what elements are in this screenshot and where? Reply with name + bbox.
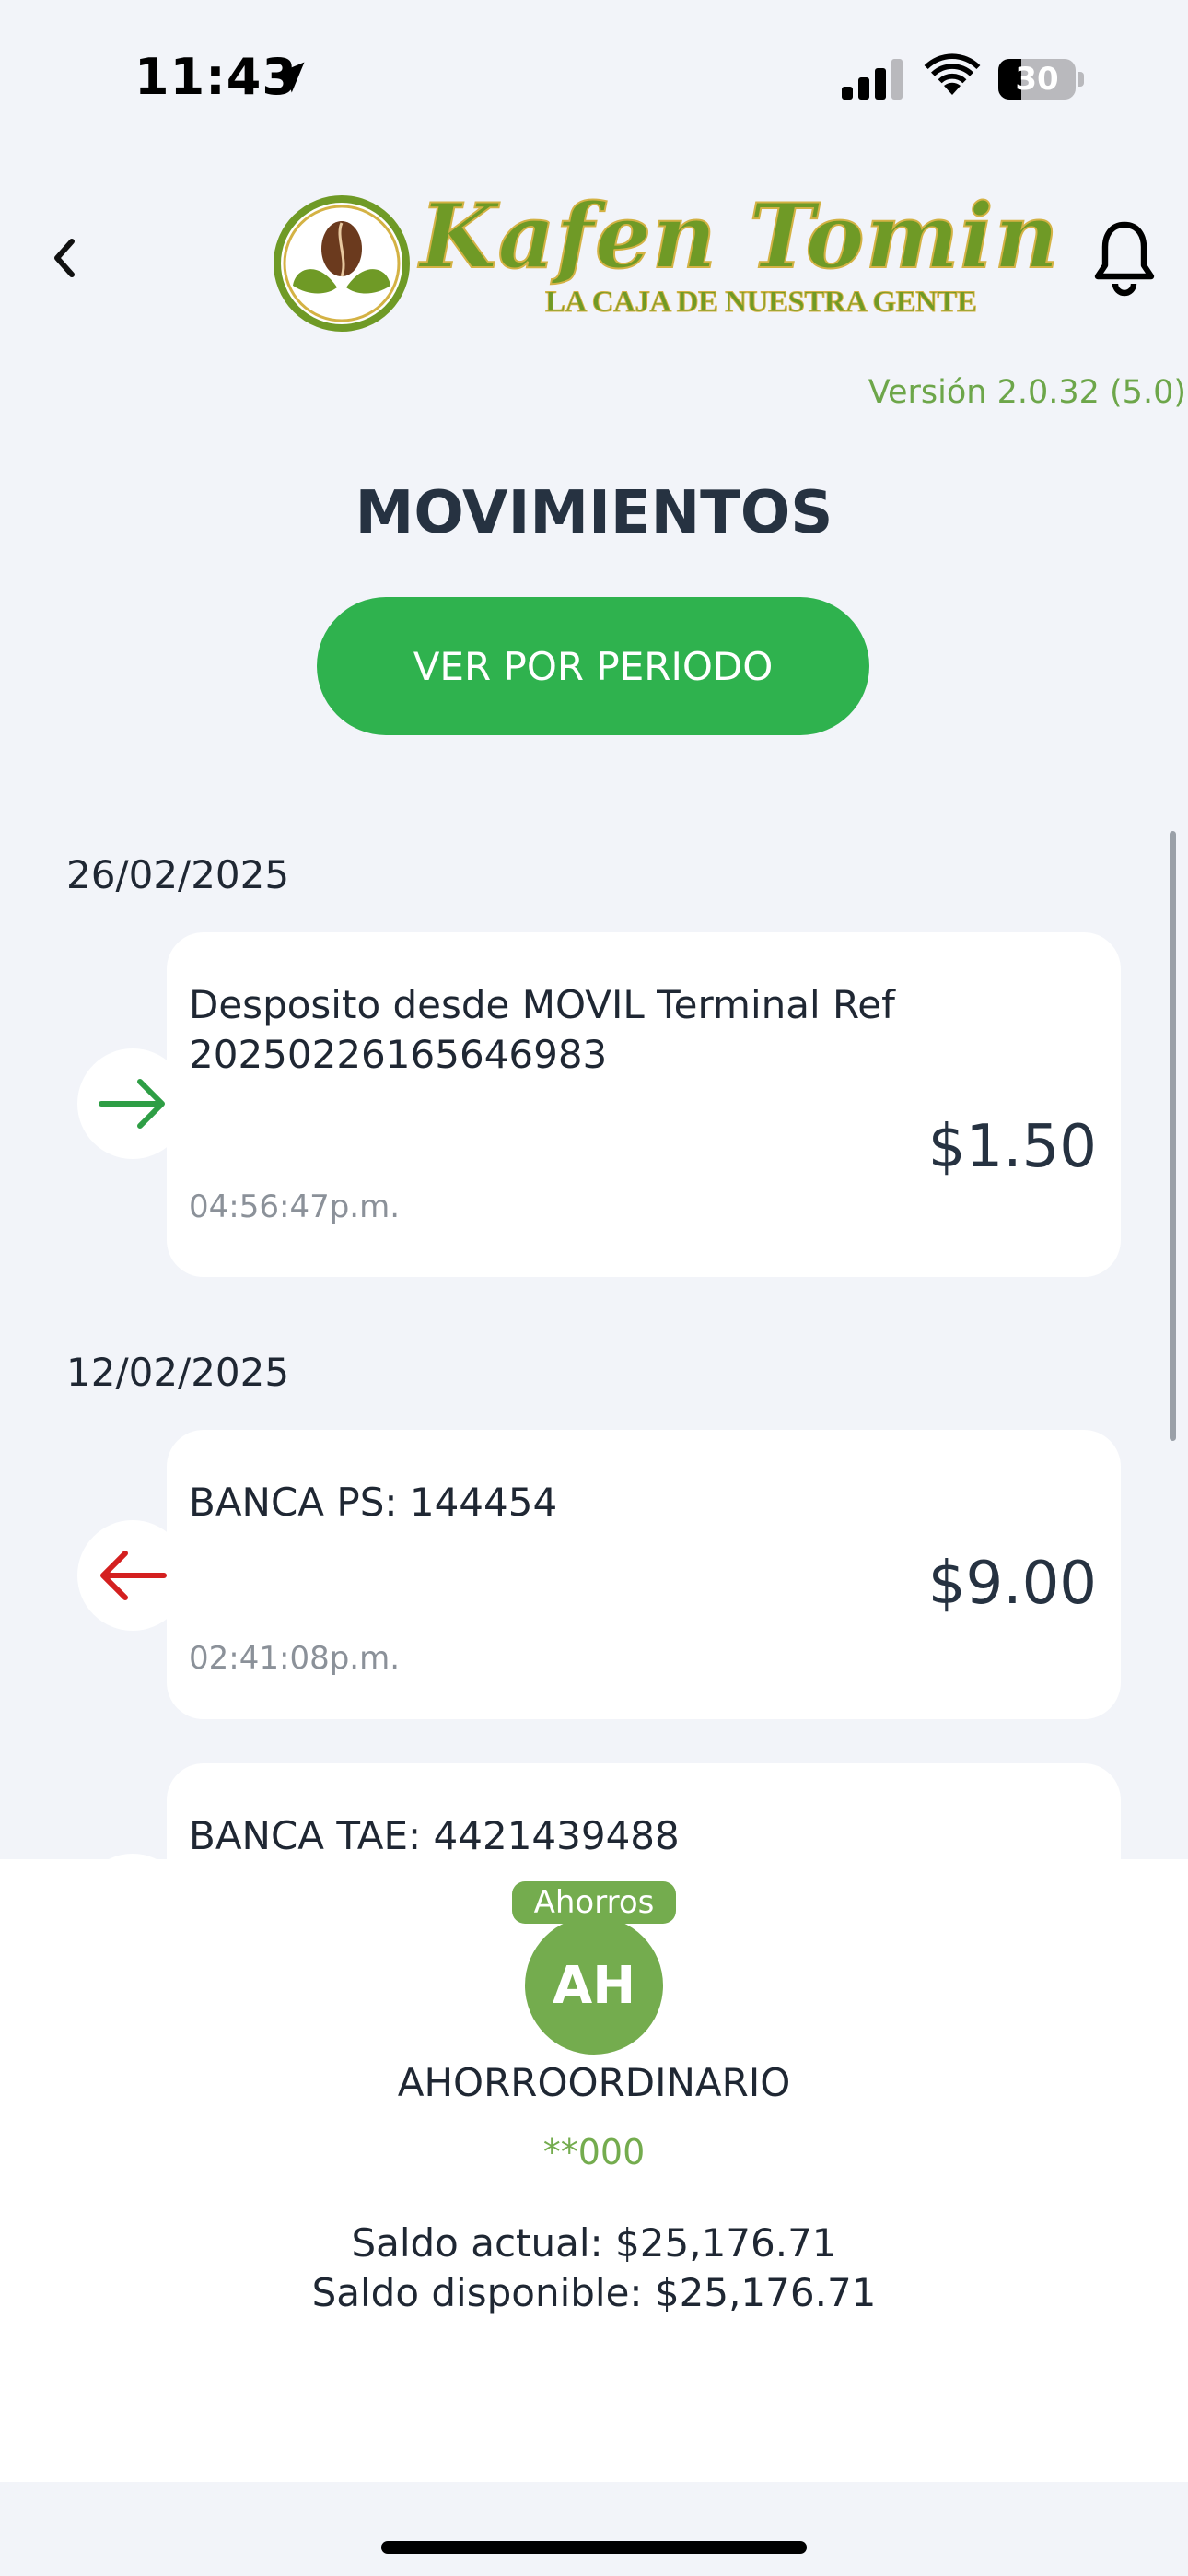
wifi-icon	[924, 53, 981, 95]
date-header: 26/02/2025	[66, 852, 290, 897]
arrow-right-icon	[99, 1079, 165, 1129]
page-title: MOVIMIENTOS	[355, 479, 833, 547]
movement-description: Desposito desde MOVIL Terminal Ref 20250…	[189, 982, 895, 1077]
account-summary-panel[interactable]: AH Ahorros AHORROORDINARIO **000 Saldo a…	[0, 1859, 1188, 2482]
movement-time: 02:41:08p.m.	[189, 1640, 401, 1677]
list-scrollbar[interactable]	[1170, 831, 1176, 1441]
current-balance: Saldo actual: $25,176.71	[351, 2220, 837, 2266]
movement-description: BANCA PS: 144454	[189, 1480, 558, 1525]
movements-list[interactable]: 26/02/2025 Desposito desde MOVIL Termina…	[0, 811, 1188, 1859]
home-indicator[interactable]	[381, 2541, 807, 2554]
movement-time: 04:56:47p.m.	[189, 1188, 401, 1225]
bell-icon	[1094, 221, 1155, 297]
movement-card[interactable]: BANCA PS: 144454 $9.00 02:41:08p.m.	[167, 1430, 1121, 1719]
account-number: **000	[542, 2132, 646, 2172]
status-bar: 11:43 30	[0, 0, 1188, 157]
date-header: 12/02/2025	[66, 1350, 290, 1395]
kafen-tomin-logo: Kafen Tomin LA CAJA DE NUESTRA GENTE	[273, 183, 1060, 332]
cellular-signal-icon	[842, 59, 903, 100]
movement-description: BANCA TAE: 4421439488	[189, 1813, 680, 1858]
chevron-left-icon	[54, 239, 75, 277]
battery-indicator: 30	[998, 59, 1084, 100]
logo-tagline: LA CAJA DE NUESTRA GENTE	[544, 286, 977, 320]
movement-card[interactable]: BANCA TAE: 4421439488	[167, 1763, 1121, 1859]
available-balance: Saldo disponible: $25,176.71	[311, 2270, 877, 2315]
app-version: Versión 2.0.32 (5.0)	[868, 374, 1186, 411]
logo-wordmark: Kafen Tomin	[419, 183, 1060, 289]
view-by-period-button[interactable]: VER POR PERIODO	[317, 597, 869, 735]
battery-level-text: 30	[1015, 61, 1059, 98]
coffee-bean-emblem-icon	[274, 195, 410, 332]
location-arrow-icon	[274, 62, 305, 93]
account-name: AHORROORDINARIO	[397, 2060, 791, 2105]
movement-amount: $9.00	[927, 1550, 1097, 1618]
account-avatar: AH	[525, 1916, 663, 2055]
arrow-left-icon	[100, 1551, 167, 1600]
account-type-badge: Ahorros	[512, 1881, 676, 1924]
movement-card[interactable]: Desposito desde MOVIL Terminal Ref 20250…	[167, 932, 1121, 1277]
notifications-button[interactable]	[1092, 217, 1157, 300]
back-button[interactable]	[37, 230, 92, 286]
movement-amount: $1.50	[927, 1113, 1097, 1181]
